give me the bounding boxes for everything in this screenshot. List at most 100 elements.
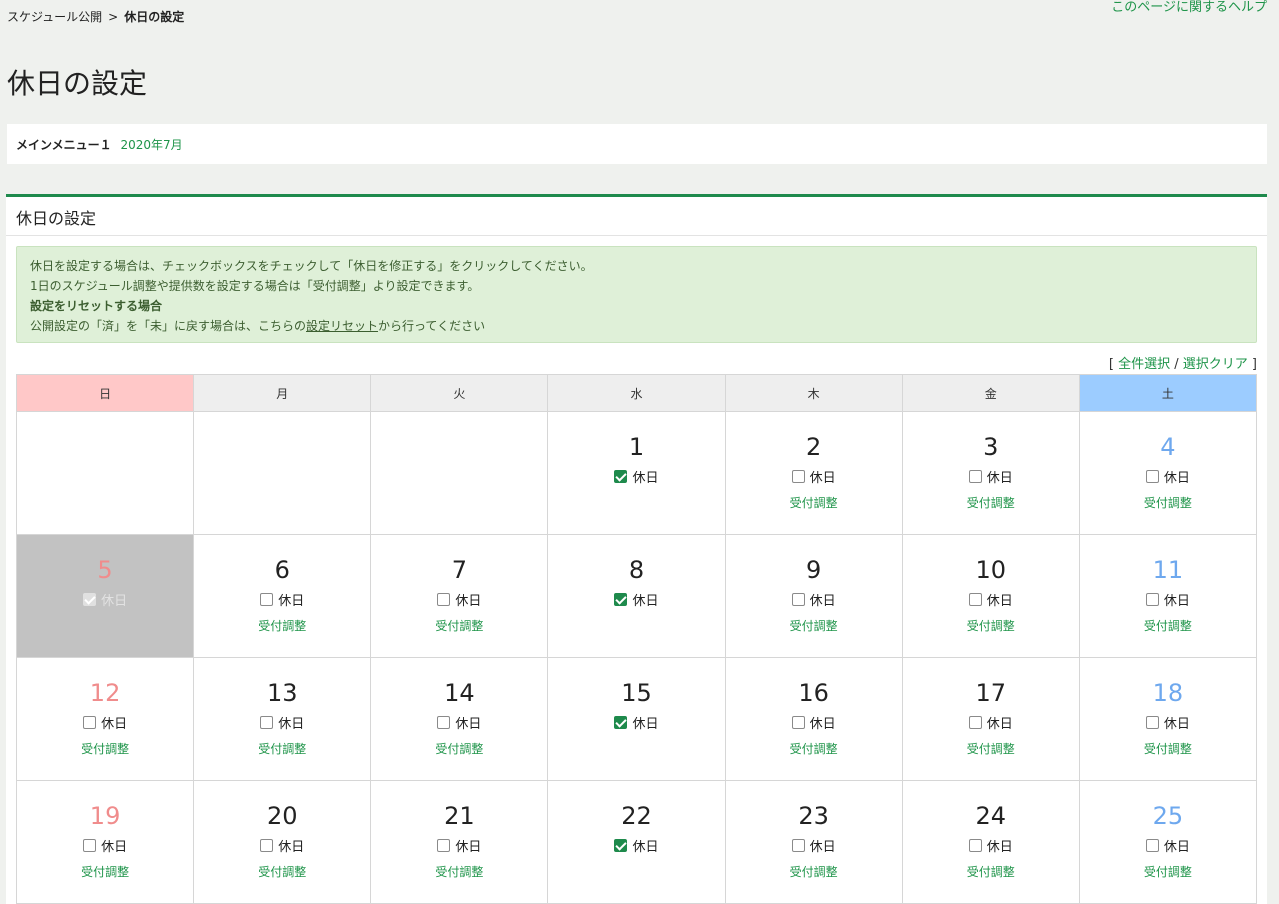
holiday-checkbox-label[interactable]: 休日 bbox=[726, 467, 902, 486]
holiday-checkbox[interactable] bbox=[1145, 838, 1159, 852]
holiday-checkbox[interactable] bbox=[83, 592, 97, 606]
holiday-checkbox-label[interactable]: 休日 bbox=[903, 467, 1079, 486]
holiday-label: 休日 bbox=[455, 716, 482, 732]
reception-adjust-link[interactable]: 受付調整 bbox=[1080, 740, 1256, 757]
holiday-checkbox[interactable] bbox=[1145, 592, 1159, 606]
bracket-open: [ bbox=[1108, 357, 1114, 372]
reception-adjust-link[interactable]: 受付調整 bbox=[726, 863, 902, 880]
holiday-checkbox-label[interactable]: 休日 bbox=[1080, 836, 1256, 855]
holiday-label: 休日 bbox=[986, 593, 1013, 609]
reception-adjust-link[interactable]: 受付調整 bbox=[1080, 494, 1256, 511]
holiday-checkbox-label[interactable]: 休日 bbox=[726, 713, 902, 732]
settings-reset-link[interactable]: 設定リセット bbox=[306, 319, 378, 333]
breadcrumb-parent-link[interactable]: スケジュール公開 bbox=[7, 10, 102, 24]
holiday-checkbox[interactable] bbox=[437, 838, 451, 852]
holiday-checkbox-label[interactable]: 休日 bbox=[548, 590, 724, 609]
day-number: 17 bbox=[975, 679, 1007, 707]
reception-adjust-link[interactable]: 受付調整 bbox=[194, 740, 370, 757]
holiday-checkbox-label[interactable]: 休日 bbox=[371, 713, 547, 732]
menu-date-link[interactable]: 2020年7月 bbox=[120, 138, 182, 152]
calendar-day-cell: 15 休日 bbox=[547, 657, 726, 781]
weekday-header-sat: 土 bbox=[1078, 374, 1258, 412]
weekday-header-fri: 金 bbox=[901, 374, 1080, 412]
holiday-checkbox[interactable] bbox=[1145, 715, 1159, 729]
holiday-checkbox[interactable] bbox=[968, 469, 982, 483]
day-number: 4 bbox=[1160, 433, 1176, 461]
reception-adjust-link[interactable]: 受付調整 bbox=[371, 863, 547, 880]
holiday-checkbox[interactable] bbox=[791, 838, 805, 852]
holiday-checkbox-label[interactable]: 休日 bbox=[903, 590, 1079, 609]
holiday-checkbox-label[interactable]: 休日 bbox=[194, 590, 370, 609]
holiday-checkbox[interactable] bbox=[614, 715, 628, 729]
holiday-checkbox[interactable] bbox=[260, 838, 274, 852]
reception-adjust-link[interactable]: 受付調整 bbox=[726, 740, 902, 757]
holiday-checkbox[interactable] bbox=[968, 838, 982, 852]
holiday-checkbox[interactable] bbox=[83, 715, 97, 729]
holiday-checkbox-label[interactable]: 休日 bbox=[726, 836, 902, 855]
reception-adjust-link[interactable]: 受付調整 bbox=[371, 740, 547, 757]
holiday-checkbox-label[interactable]: 休日 bbox=[17, 836, 193, 855]
select-all-link[interactable]: 全件選択 bbox=[1118, 357, 1170, 372]
holiday-checkbox[interactable] bbox=[614, 592, 628, 606]
reception-adjust-link[interactable]: 受付調整 bbox=[194, 617, 370, 634]
holiday-checkbox[interactable] bbox=[1145, 469, 1159, 483]
calendar-day-cell: 6 休日 受付調整 bbox=[193, 534, 372, 658]
holiday-checkbox-label[interactable]: 休日 bbox=[548, 836, 724, 855]
reception-adjust-link[interactable]: 受付調整 bbox=[1080, 863, 1256, 880]
reception-adjust-link[interactable]: 受付調整 bbox=[726, 617, 902, 634]
holiday-checkbox[interactable] bbox=[968, 715, 982, 729]
day-number: 18 bbox=[1152, 679, 1184, 707]
reception-adjust-link[interactable]: 受付調整 bbox=[17, 863, 193, 880]
day-number: 14 bbox=[444, 679, 475, 707]
holiday-label: 休日 bbox=[278, 716, 305, 732]
reception-adjust-link[interactable]: 受付調整 bbox=[17, 740, 193, 757]
holiday-checkbox-label[interactable]: 休日 bbox=[1080, 590, 1256, 609]
holiday-checkbox[interactable] bbox=[791, 469, 805, 483]
bracket-close: ] bbox=[1251, 357, 1257, 372]
holiday-checkbox[interactable] bbox=[437, 715, 451, 729]
calendar-week-row: 1 休日 2 休日 受付調整 3 休日 受付調整 4 休日 受付調整 bbox=[15, 411, 1258, 535]
holiday-checkbox[interactable] bbox=[614, 838, 628, 852]
reception-adjust-link[interactable]: 受付調整 bbox=[1080, 617, 1256, 634]
holiday-checkbox-label[interactable]: 休日 bbox=[194, 713, 370, 732]
holiday-checkbox[interactable] bbox=[791, 715, 805, 729]
holiday-checkbox-label[interactable]: 休日 bbox=[903, 713, 1079, 732]
holiday-checkbox-label[interactable]: 休日 bbox=[548, 713, 724, 732]
holiday-checkbox[interactable] bbox=[437, 592, 451, 606]
reception-adjust-link[interactable]: 受付調整 bbox=[903, 494, 1079, 511]
holiday-checkbox[interactable] bbox=[614, 469, 628, 483]
holiday-checkbox[interactable] bbox=[260, 715, 274, 729]
calendar-day-cell: 25 休日 受付調整 bbox=[1078, 780, 1258, 904]
day-number: 22 bbox=[621, 802, 652, 830]
holiday-checkbox-label[interactable]: 休日 bbox=[548, 467, 724, 486]
help-link[interactable]: このページに関するヘルプ bbox=[1111, 0, 1267, 15]
holiday-checkbox-label[interactable]: 休日 bbox=[371, 836, 547, 855]
select-clear-link[interactable]: 選択クリア bbox=[1183, 357, 1248, 372]
reception-adjust-link[interactable]: 受付調整 bbox=[903, 740, 1079, 757]
holiday-checkbox-label[interactable]: 休日 bbox=[17, 590, 193, 609]
holiday-checkbox-label[interactable]: 休日 bbox=[726, 590, 902, 609]
holiday-checkbox-label[interactable]: 休日 bbox=[1080, 713, 1256, 732]
holiday-checkbox[interactable] bbox=[791, 592, 805, 606]
reception-adjust-link[interactable]: 受付調整 bbox=[371, 617, 547, 634]
calendar-day-cell: 14 休日受付調整 bbox=[370, 657, 549, 781]
holiday-checkbox-label[interactable]: 休日 bbox=[1080, 467, 1256, 486]
weekday-header-row: 日 月 火 水 木 金 土 bbox=[15, 374, 1258, 412]
holiday-checkbox[interactable] bbox=[260, 592, 274, 606]
calendar-day-cell: 18 休日受付調整 bbox=[1078, 657, 1258, 781]
holiday-checkbox-label[interactable]: 休日 bbox=[17, 713, 193, 732]
reception-adjust-link[interactable]: 受付調整 bbox=[903, 617, 1079, 634]
calendar-day-cell: 10 休日 受付調整 bbox=[901, 534, 1080, 658]
reception-adjust-link[interactable]: 受付調整 bbox=[903, 863, 1079, 880]
breadcrumb-current: 休日の設定 bbox=[124, 10, 185, 24]
notice-line-4: 公開設定の「済」を「未」に戻す場合は、こちらの設定リセットから行ってください bbox=[30, 316, 1243, 336]
calendar-day-cell: 23 休日 受付調整 bbox=[724, 780, 903, 904]
holiday-checkbox-label[interactable]: 休日 bbox=[371, 590, 547, 609]
reception-adjust-link[interactable]: 受付調整 bbox=[726, 494, 902, 511]
day-number: 13 bbox=[266, 679, 298, 707]
holiday-checkbox[interactable] bbox=[968, 592, 982, 606]
holiday-checkbox-label[interactable]: 休日 bbox=[194, 836, 370, 855]
holiday-checkbox-label[interactable]: 休日 bbox=[903, 836, 1079, 855]
holiday-checkbox[interactable] bbox=[83, 838, 97, 852]
reception-adjust-link[interactable]: 受付調整 bbox=[194, 863, 370, 880]
